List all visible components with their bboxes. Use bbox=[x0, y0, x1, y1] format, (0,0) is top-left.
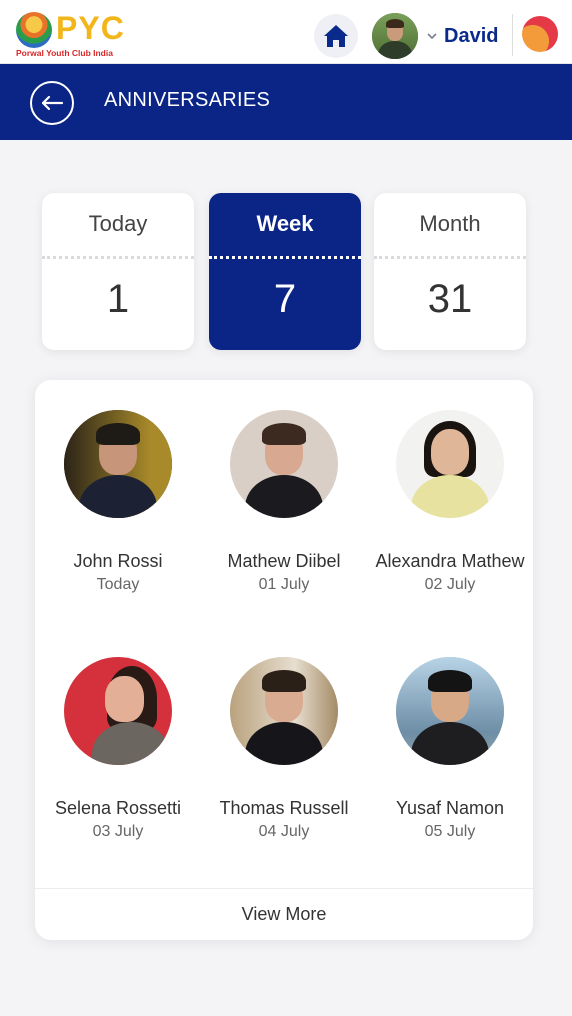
dotted-divider bbox=[374, 256, 526, 259]
tab-today[interactable]: Today 1 bbox=[42, 193, 194, 350]
person-photo bbox=[396, 410, 504, 518]
person-card[interactable]: Selena Rossetti 03 July bbox=[35, 657, 201, 841]
card-footer: View More bbox=[35, 888, 533, 940]
person-card[interactable]: Yusaf Namon 05 July bbox=[367, 657, 533, 841]
tab-month[interactable]: Month 31 bbox=[374, 193, 526, 350]
person-name: Alexandra Mathew bbox=[375, 551, 525, 571]
logo-text: PYC bbox=[56, 10, 125, 46]
dotted-divider bbox=[42, 256, 194, 259]
person-photo bbox=[64, 657, 172, 765]
person-date: 02 July bbox=[424, 576, 476, 593]
brand-mark-icon[interactable] bbox=[522, 16, 558, 52]
tab-week[interactable]: Week 7 bbox=[209, 193, 361, 350]
person-date: 01 July bbox=[258, 576, 310, 593]
tab-count: 31 bbox=[427, 277, 473, 321]
tab-count: 7 bbox=[273, 277, 297, 321]
user-avatar bbox=[372, 13, 418, 59]
header-divider bbox=[512, 14, 513, 56]
person-card[interactable]: Mathew Diibel 01 July bbox=[201, 410, 367, 594]
person-photo bbox=[396, 657, 504, 765]
person-name: Mathew Diibel bbox=[227, 551, 341, 571]
person-date: Today bbox=[96, 576, 140, 593]
person-date: 03 July bbox=[92, 823, 144, 840]
person-card[interactable]: Thomas Russell 04 July bbox=[201, 657, 367, 841]
anniversary-list-card: John Rossi Today Mathew Diibel 01 July A… bbox=[35, 380, 533, 940]
person-name: Yusaf Namon bbox=[395, 798, 505, 818]
tab-label: Month bbox=[419, 211, 481, 236]
person-name: Selena Rossetti bbox=[54, 798, 182, 818]
back-button[interactable] bbox=[30, 81, 74, 125]
person-photo bbox=[230, 657, 338, 765]
user-menu[interactable]: David bbox=[372, 12, 498, 60]
person-date: 05 July bbox=[424, 823, 476, 840]
logo-emblem-icon bbox=[16, 12, 52, 48]
dotted-divider bbox=[209, 256, 361, 259]
user-name: David bbox=[444, 24, 499, 47]
person-name: John Rossi bbox=[73, 551, 163, 571]
top-bar: PYC Porwal Youth Club India David bbox=[0, 0, 572, 64]
view-more-button[interactable]: View More bbox=[242, 904, 327, 925]
page-title: ANNIVERSARIES bbox=[104, 89, 271, 111]
person-card[interactable]: John Rossi Today bbox=[35, 410, 201, 594]
pyc-logo[interactable]: PYC Porwal Youth Club India bbox=[16, 10, 136, 60]
tab-label: Today bbox=[88, 211, 148, 236]
title-bar: ANNIVERSARIES bbox=[0, 64, 572, 140]
home-icon bbox=[324, 25, 348, 47]
logo-subtitle: Porwal Youth Club India bbox=[16, 48, 113, 58]
arrow-left-icon bbox=[41, 95, 64, 111]
home-button[interactable] bbox=[314, 14, 358, 58]
tab-count: 1 bbox=[106, 277, 130, 321]
person-photo bbox=[230, 410, 338, 518]
person-card[interactable]: Alexandra Mathew 02 July bbox=[367, 410, 533, 594]
person-date: 04 July bbox=[258, 823, 310, 840]
person-name: Thomas Russell bbox=[219, 798, 349, 818]
chevron-down-icon bbox=[427, 33, 437, 40]
tab-label: Week bbox=[256, 211, 314, 236]
person-photo bbox=[64, 410, 172, 518]
